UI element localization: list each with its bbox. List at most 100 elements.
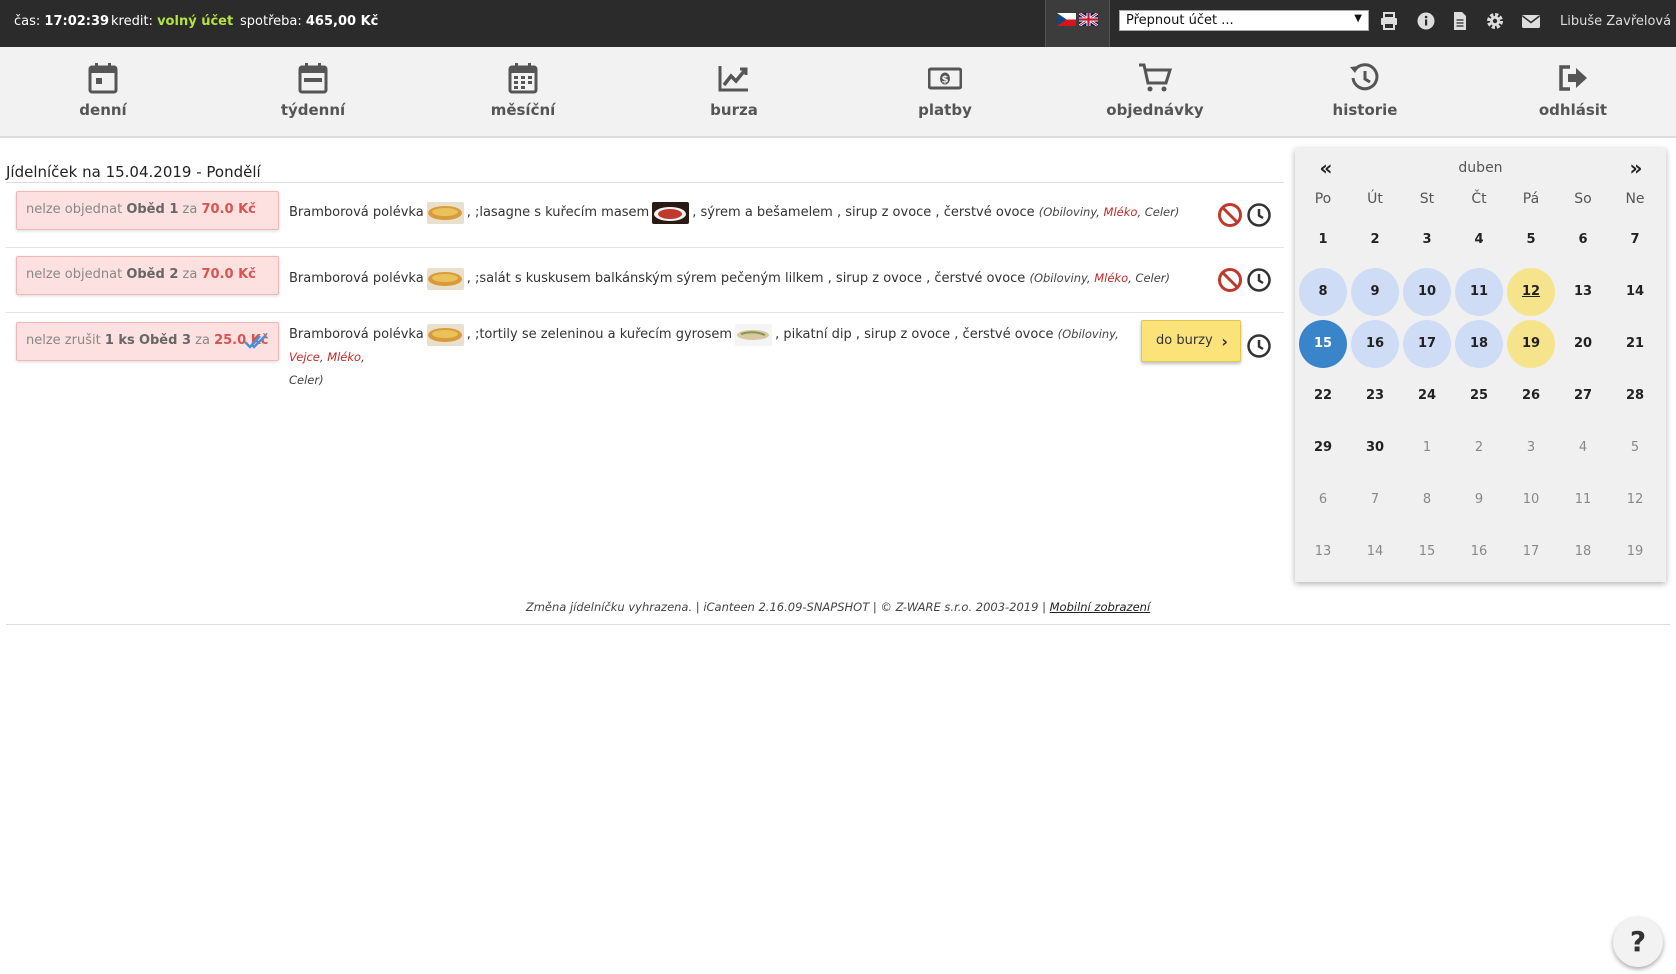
mobile-view-link[interactable]: Mobilní zobrazení: [1050, 600, 1151, 614]
allergen-highlight: Mléko: [1094, 271, 1129, 285]
calendar-day-next-month[interactable]: 11: [1559, 476, 1607, 524]
weekday-label: So: [1574, 191, 1592, 207]
calendar-day[interactable]: 5: [1507, 216, 1555, 264]
calendar-day-next-month[interactable]: 4: [1559, 424, 1607, 472]
nav-item-tydenni[interactable]: týdenní: [243, 47, 383, 138]
money-icon: $: [928, 67, 962, 90]
uk-flag-icon[interactable]: [1079, 13, 1098, 26]
calendar-day-ordered[interactable]: 18: [1455, 320, 1503, 368]
calendar-day-ordered[interactable]: 9: [1351, 268, 1399, 316]
order-status: nelze objednat: [26, 202, 123, 217]
soup-photo[interactable]: [426, 323, 464, 346]
info-icon[interactable]: [1416, 11, 1436, 31]
calendar-day[interactable]: 23: [1351, 372, 1399, 420]
calendar-day[interactable]: 28: [1611, 372, 1659, 420]
calendar-day-next-month[interactable]: 12: [1611, 476, 1659, 524]
calendar-day-selected[interactable]: 15: [1299, 320, 1347, 368]
nav-label: platby: [918, 101, 972, 119]
calendar-day-next-month[interactable]: 13: [1299, 528, 1347, 576]
calendar-day[interactable]: 7: [1611, 216, 1659, 264]
calendar-day-ordered[interactable]: 10: [1403, 268, 1451, 316]
clock-icon[interactable]: [1246, 333, 1272, 359]
print-icon[interactable]: [1379, 11, 1399, 31]
calendar-day-today[interactable]: 12: [1507, 268, 1555, 316]
calendar-day[interactable]: 2: [1351, 216, 1399, 264]
logout-icon: [1559, 65, 1587, 91]
calendar-day[interactable]: 1: [1299, 216, 1347, 264]
switch-account-select[interactable]: Přepnout účet ... ▼: [1119, 10, 1369, 31]
calendar-day-next-month[interactable]: 9: [1455, 476, 1503, 524]
nav-item-historie[interactable]: historie: [1295, 47, 1435, 138]
row-divider: [6, 312, 1284, 313]
to-exchange-button[interactable]: do burzy ›: [1141, 320, 1241, 362]
main-text: , ;tortily se zeleninou a kuřecím gyrose…: [466, 327, 733, 342]
calendar-day-next-month[interactable]: 16: [1455, 528, 1503, 576]
calendar-day-next-month[interactable]: 7: [1351, 476, 1399, 524]
soup-photo[interactable]: [426, 267, 464, 290]
calendar-day[interactable]: 22: [1299, 372, 1347, 420]
calendar-day-next-month[interactable]: 8: [1403, 476, 1451, 524]
mail-icon[interactable]: [1521, 11, 1541, 31]
calendar-day-ordered[interactable]: 16: [1351, 320, 1399, 368]
calendar-day[interactable]: 30: [1351, 424, 1399, 472]
calendar-day-icon: [88, 63, 118, 94]
calendar-day[interactable]: 20: [1559, 320, 1607, 368]
order-button-obed-1[interactable]: nelze objednat Oběd 1 za 70.0 Kč: [16, 191, 279, 230]
calendar-month-icon: [508, 63, 538, 94]
calendar-day[interactable]: 26: [1507, 372, 1555, 420]
row-divider: [6, 247, 1284, 248]
calendar-day[interactable]: 14: [1611, 268, 1659, 316]
calendar-day-next-month[interactable]: 10: [1507, 476, 1555, 524]
allergen-highlight: Mléko: [1103, 205, 1138, 219]
calendar-day-next-month[interactable]: 14: [1351, 528, 1399, 576]
order-button-obed-3[interactable]: nelze zrušit 1 ks Oběd 3 za 25.0 Kč: [16, 322, 279, 361]
calendar-day-next-month[interactable]: 17: [1507, 528, 1555, 576]
calendar-day-next-month[interactable]: 6: [1299, 476, 1347, 524]
czech-flag-icon[interactable]: [1057, 13, 1076, 26]
calendar-day[interactable]: 29: [1299, 424, 1347, 472]
calendar-day-next-month[interactable]: 3: [1507, 424, 1555, 472]
calendar-day-ordered[interactable]: 8: [1299, 268, 1347, 316]
nav-item-burza[interactable]: burza: [664, 47, 804, 138]
consumption-value: 465,00 Kč: [305, 14, 379, 29]
order-status: nelze zrušit: [26, 333, 101, 348]
calendar-day-next-month[interactable]: 5: [1611, 424, 1659, 472]
soup-text: Bramborová polévka: [289, 271, 424, 286]
calendar-day[interactable]: 3: [1403, 216, 1451, 264]
calendar-day-next-month[interactable]: 18: [1559, 528, 1607, 576]
calendar-day-next-month[interactable]: 15: [1403, 528, 1451, 576]
nav-item-odhlasit[interactable]: odhlásit: [1503, 47, 1643, 138]
calendar-day-next-month[interactable]: 19: [1611, 528, 1659, 576]
soup-photo[interactable]: [426, 201, 464, 224]
user-name[interactable]: Libuše Zavřelová: [1560, 14, 1671, 29]
weekday-label: Ne: [1625, 191, 1645, 207]
nav-item-denni[interactable]: denní: [33, 47, 173, 138]
calendar-day[interactable]: 25: [1455, 372, 1503, 420]
calendar-day-ordered[interactable]: 11: [1455, 268, 1503, 316]
calendar-day[interactable]: 24: [1403, 372, 1451, 420]
help-button[interactable]: ?: [1613, 917, 1663, 967]
nav-label: historie: [1332, 101, 1398, 119]
calendar-day-ordered[interactable]: 17: [1403, 320, 1451, 368]
lasagne-photo[interactable]: [652, 201, 690, 224]
calendar-day[interactable]: 21: [1611, 320, 1659, 368]
nav-item-platby[interactable]: $ platby: [875, 47, 1015, 138]
clock-icon[interactable]: [1246, 202, 1272, 228]
calendar-day[interactable]: 6: [1559, 216, 1607, 264]
nav-item-objednavky[interactable]: objednávky: [1085, 47, 1225, 138]
calendar-day[interactable]: 13: [1559, 268, 1607, 316]
gear-icon[interactable]: [1485, 11, 1505, 31]
meal-price: 70.0 Kč: [201, 202, 256, 217]
calendar-day[interactable]: 4: [1455, 216, 1503, 264]
calendar-day-next-month[interactable]: 2: [1455, 424, 1503, 472]
chart-line-icon: [718, 66, 748, 92]
order-button-obed-2[interactable]: nelze objednat Oběd 2 za 70.0 Kč: [16, 256, 279, 295]
clock-icon[interactable]: [1246, 267, 1272, 293]
nav-item-mesicni[interactable]: měsíční: [453, 47, 593, 138]
document-icon[interactable]: [1450, 11, 1470, 31]
next-month-icon[interactable]: »: [1621, 156, 1651, 180]
calendar-day-next-month[interactable]: 1: [1403, 424, 1451, 472]
calendar-day[interactable]: 27: [1559, 372, 1607, 420]
calendar-day-special[interactable]: 19: [1507, 320, 1555, 368]
tortilla-photo[interactable]: [735, 323, 773, 346]
